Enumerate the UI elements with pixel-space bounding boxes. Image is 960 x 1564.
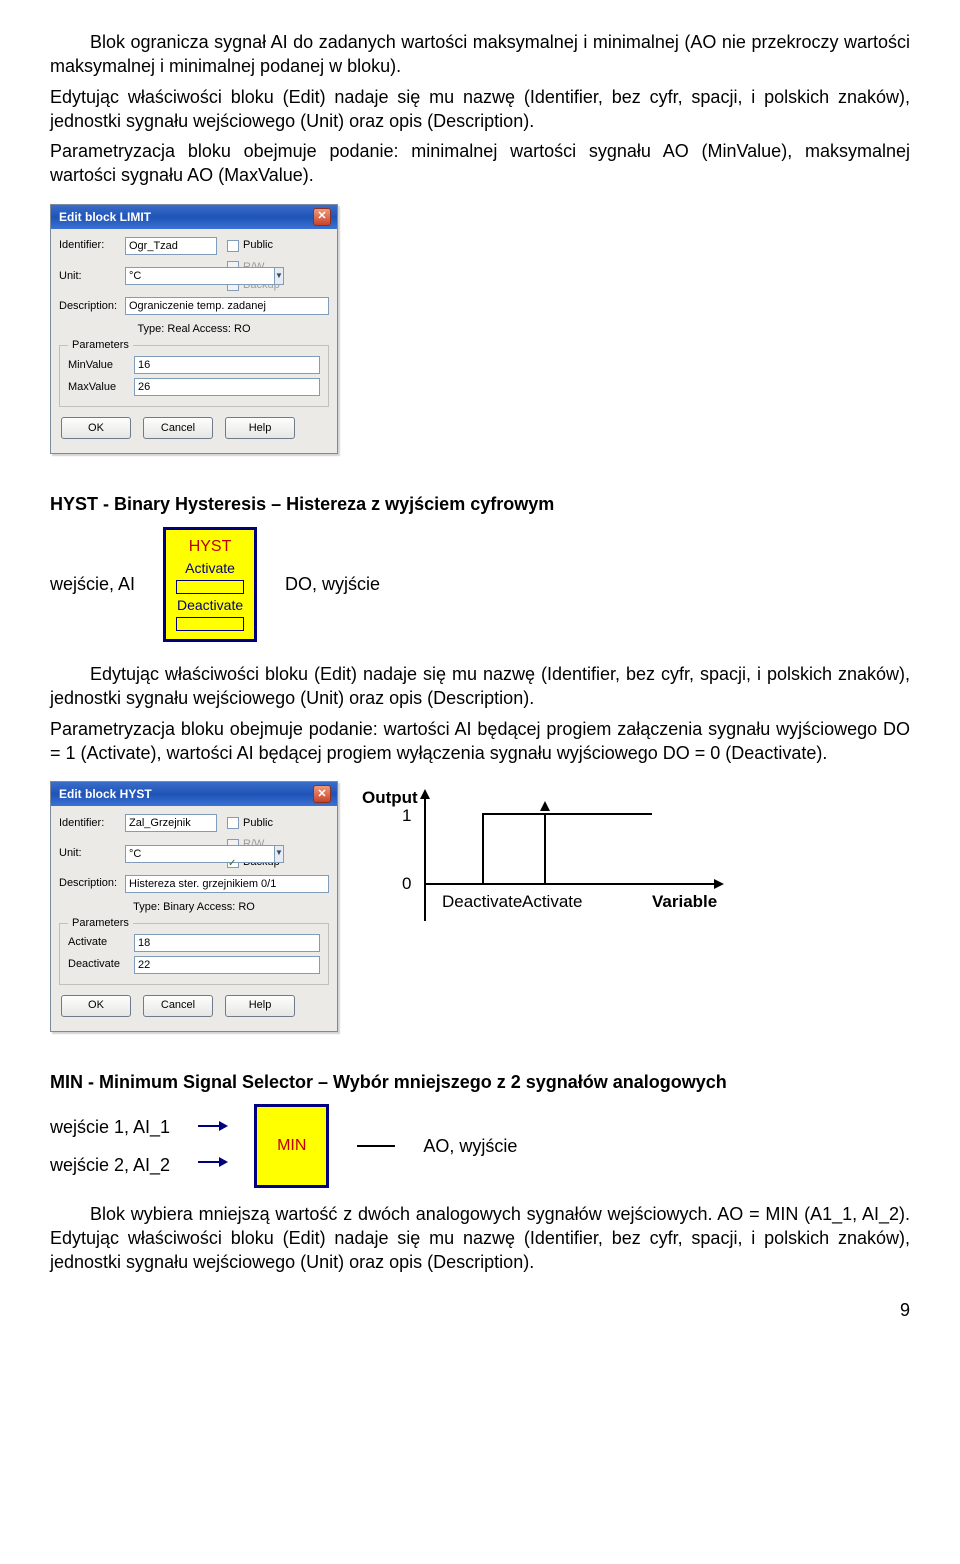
chevron-down-icon[interactable]: ▼ xyxy=(274,267,284,285)
page-number: 9 xyxy=(50,1298,910,1322)
dialog-edit-block-hyst: Edit block HYST ✕ Identifier: Public Uni… xyxy=(50,781,338,1032)
cancel-button[interactable]: Cancel xyxy=(143,417,213,439)
input-identifier[interactable] xyxy=(125,814,217,832)
group-parameters: Parameters MinValue MaxValue xyxy=(59,345,329,407)
checkbox-public[interactable]: Public xyxy=(227,816,273,831)
checkbox-public[interactable]: Public xyxy=(227,238,273,253)
paragraph-hyst-edit: Edytując właściwości bloku (Edit) nadaje… xyxy=(50,662,910,711)
input-identifier[interactable] xyxy=(125,237,217,255)
help-button[interactable]: Help xyxy=(225,995,295,1017)
label-public: Public xyxy=(243,816,273,831)
label-public: Public xyxy=(243,238,273,253)
dialog-title: Edit block LIMIT xyxy=(59,209,151,225)
label-identifier: Identifier: xyxy=(59,238,125,253)
waveform-activate-label: Activate xyxy=(522,891,582,914)
hyst-input-label: wejście, AI xyxy=(50,572,135,596)
paragraph-limit-intro: Blok ogranicza sygnał AI do zadanych war… xyxy=(50,30,910,79)
ok-button[interactable]: OK xyxy=(61,995,131,1017)
titlebar[interactable]: Edit block HYST ✕ xyxy=(51,782,337,806)
section-title-min: MIN - Minimum Signal Selector – Wybór mn… xyxy=(50,1070,910,1094)
hyst-deactivate-label: Deactivate xyxy=(176,596,244,615)
input-description[interactable] xyxy=(125,297,329,315)
hyst-activate-label: Activate xyxy=(176,559,244,578)
ok-button[interactable]: OK xyxy=(61,417,131,439)
label-activate: Activate xyxy=(68,935,134,950)
min-connectors xyxy=(198,1109,226,1183)
legend-parameters: Parameters xyxy=(68,916,133,931)
paragraph-min: Blok wybiera mniejszą wartość z dwóch an… xyxy=(50,1202,910,1275)
input-deactivate[interactable] xyxy=(134,956,320,974)
help-button[interactable]: Help xyxy=(225,417,295,439)
hyst-block: HYST Activate Deactivate xyxy=(163,527,257,642)
min-input2-label: wejście 2, AI_2 xyxy=(50,1153,170,1177)
paragraph-hyst-params: Parametryzacja bloku obejmuje podanie: w… xyxy=(50,717,910,766)
label-unit: Unit: xyxy=(59,846,125,861)
group-parameters: Parameters Activate Deactivate xyxy=(59,923,329,985)
min-block: MIN xyxy=(254,1104,329,1188)
cancel-button[interactable]: Cancel xyxy=(143,995,213,1017)
paragraph-limit-params: Parametryzacja bloku obejmuje podanie: m… xyxy=(50,139,910,188)
label-deactivate: Deactivate xyxy=(68,957,134,972)
label-description: Description: xyxy=(59,876,125,891)
waveform-variable-label: Variable xyxy=(652,891,717,914)
dialog-edit-block-limit: Edit block LIMIT ✕ Identifier: Public Un… xyxy=(50,204,338,455)
input-maxvalue[interactable] xyxy=(134,378,320,396)
label-minvalue: MinValue xyxy=(68,358,134,373)
hysteresis-waveform: Output 1 0 Deactivate Activate Variable xyxy=(362,771,722,921)
paragraph-limit-edit: Edytując właściwości bloku (Edit) nadaje… xyxy=(50,85,910,134)
diagram-min: wejście 1, AI_1 wejście 2, AI_2 MIN AO, … xyxy=(50,1104,910,1188)
input-activate[interactable] xyxy=(134,934,320,952)
diagram-hyst: wejście, AI HYST Activate Deactivate DO,… xyxy=(50,527,910,642)
close-icon[interactable]: ✕ xyxy=(313,208,331,226)
input-unit[interactable] xyxy=(125,267,274,285)
hyst-block-title: HYST xyxy=(176,536,244,558)
hyst-activate-field xyxy=(176,580,244,594)
input-minvalue[interactable] xyxy=(134,356,320,374)
hyst-output-label: DO, wyjście xyxy=(285,572,380,596)
chevron-down-icon[interactable]: ▼ xyxy=(274,845,284,863)
input-description[interactable] xyxy=(125,875,329,893)
label-maxvalue: MaxValue xyxy=(68,380,134,395)
waveform-level-1: 1 xyxy=(402,805,411,828)
min-output-connector xyxy=(357,1145,395,1147)
legend-parameters: Parameters xyxy=(68,338,133,353)
label-description: Description: xyxy=(59,299,125,314)
min-output-label: AO, wyjście xyxy=(423,1134,517,1158)
close-icon[interactable]: ✕ xyxy=(313,785,331,803)
titlebar[interactable]: Edit block LIMIT ✕ xyxy=(51,205,337,229)
min-input1-label: wejście 1, AI_1 xyxy=(50,1115,170,1139)
input-unit[interactable] xyxy=(125,845,274,863)
section-title-hyst: HYST - Binary Hysteresis – Histereza z w… xyxy=(50,492,910,516)
label-identifier: Identifier: xyxy=(59,816,125,831)
label-unit: Unit: xyxy=(59,269,125,284)
hyst-deactivate-field xyxy=(176,617,244,631)
dialog-title: Edit block HYST xyxy=(59,786,152,802)
waveform-deactivate-label: Deactivate xyxy=(442,891,522,914)
waveform-level-0: 0 xyxy=(402,873,411,896)
